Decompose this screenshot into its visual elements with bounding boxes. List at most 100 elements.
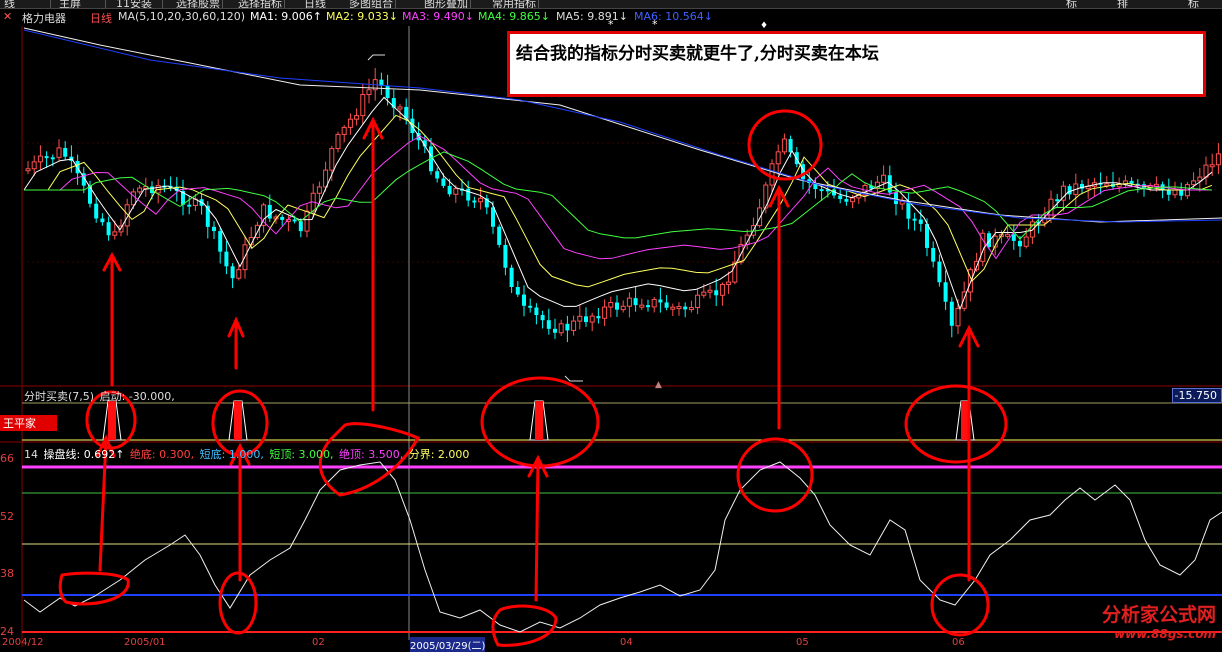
candle bbox=[1179, 190, 1184, 196]
candle bbox=[925, 223, 929, 248]
candle bbox=[298, 221, 303, 232]
candle bbox=[1166, 190, 1171, 195]
candle bbox=[230, 266, 235, 279]
candle bbox=[838, 195, 843, 200]
spike-bar bbox=[535, 401, 543, 440]
candle bbox=[137, 187, 143, 193]
candle bbox=[236, 269, 242, 279]
candle bbox=[453, 188, 459, 195]
candle bbox=[589, 315, 595, 323]
candle bbox=[522, 294, 526, 306]
candle bbox=[819, 189, 824, 192]
candle bbox=[435, 171, 440, 179]
candle bbox=[112, 231, 118, 236]
indicator2-title: 14 操盘线: 0.692↑ 绝底: 0.300, 短底: 1.000, 短顶:… bbox=[24, 446, 471, 462]
candle bbox=[1055, 199, 1060, 202]
candle bbox=[50, 157, 55, 160]
candle bbox=[912, 218, 917, 221]
date-cursor-label: 2005/03/29(二) bbox=[410, 637, 486, 652]
candle bbox=[955, 307, 961, 327]
candle bbox=[478, 197, 484, 203]
candle bbox=[670, 306, 676, 310]
indicator2-p2: 短底: 1.000, bbox=[199, 448, 264, 461]
candle bbox=[850, 197, 856, 203]
indicator2-p3: 短顶: 3.000, bbox=[269, 448, 334, 461]
candle bbox=[447, 185, 452, 195]
lower-label: 王平家 bbox=[0, 415, 57, 431]
candle bbox=[354, 115, 360, 120]
candle bbox=[726, 281, 732, 285]
date-label: 02 bbox=[312, 637, 325, 648]
candle bbox=[1018, 240, 1022, 247]
candle bbox=[56, 147, 62, 158]
indicator2-p1: 绝底: 0.300, bbox=[129, 448, 195, 461]
candle bbox=[441, 178, 446, 186]
candle bbox=[528, 305, 533, 308]
diamond-mark: ♦ bbox=[760, 21, 768, 31]
candle bbox=[664, 302, 669, 308]
candle bbox=[100, 218, 105, 223]
ma-line bbox=[23, 96, 1213, 311]
candle bbox=[615, 302, 619, 310]
candle bbox=[558, 323, 564, 334]
annotation-box: 结合我的指标分时买卖就更牛了,分时买卖在本坛 bbox=[507, 31, 1206, 97]
candle bbox=[1005, 233, 1011, 237]
candle bbox=[1172, 189, 1178, 196]
candle bbox=[534, 307, 539, 316]
candle bbox=[25, 168, 31, 172]
candle bbox=[292, 219, 297, 222]
candle bbox=[683, 306, 688, 310]
candle bbox=[341, 126, 347, 135]
candle bbox=[503, 244, 508, 268]
candle bbox=[844, 199, 849, 202]
spike-bar bbox=[234, 401, 242, 440]
candle bbox=[608, 302, 614, 308]
candle bbox=[937, 261, 942, 283]
candle bbox=[701, 291, 707, 296]
candle bbox=[366, 89, 372, 96]
candle bbox=[651, 298, 657, 308]
ma-line bbox=[24, 135, 1212, 260]
y-label: 52 bbox=[0, 510, 14, 523]
candle bbox=[347, 118, 353, 128]
y-label: 38 bbox=[0, 567, 14, 580]
candle bbox=[584, 316, 588, 323]
candle bbox=[385, 85, 390, 99]
candle bbox=[571, 320, 577, 331]
candle bbox=[695, 294, 701, 309]
candle bbox=[769, 163, 775, 186]
candle bbox=[658, 299, 663, 303]
candle bbox=[267, 204, 272, 219]
date-label: 2004/12 bbox=[2, 637, 44, 648]
indicator2-p5: 分界: 2.000 bbox=[408, 448, 470, 461]
candle bbox=[596, 316, 601, 319]
candle bbox=[577, 315, 583, 322]
indicator1-name: 分时买卖(7,5) bbox=[24, 390, 95, 403]
y-label: 66 bbox=[0, 452, 14, 465]
date-label: 2005/01 bbox=[124, 637, 166, 648]
candle bbox=[224, 251, 229, 267]
candle bbox=[360, 94, 366, 117]
candle bbox=[775, 151, 781, 165]
candle bbox=[639, 304, 645, 308]
watermark-title: 分析家公式网 bbox=[1101, 604, 1216, 626]
candle bbox=[1011, 234, 1016, 241]
candle bbox=[626, 297, 632, 307]
candle bbox=[707, 289, 713, 293]
stock-chart: ▲ * * ♦ bbox=[0, 18, 1222, 647]
candle bbox=[719, 283, 725, 296]
candle bbox=[633, 298, 638, 306]
date-label: 06 bbox=[952, 637, 965, 648]
candle bbox=[37, 155, 43, 163]
candle bbox=[94, 203, 99, 219]
candle bbox=[1067, 186, 1072, 195]
candle bbox=[212, 226, 216, 232]
candle bbox=[565, 323, 570, 331]
candle bbox=[620, 305, 626, 311]
indicator1-param: 启动: -30.000, bbox=[99, 390, 175, 403]
candle bbox=[316, 186, 322, 194]
candle bbox=[943, 282, 948, 302]
candle bbox=[1023, 236, 1029, 247]
candle bbox=[491, 207, 495, 227]
candle bbox=[1129, 180, 1134, 184]
